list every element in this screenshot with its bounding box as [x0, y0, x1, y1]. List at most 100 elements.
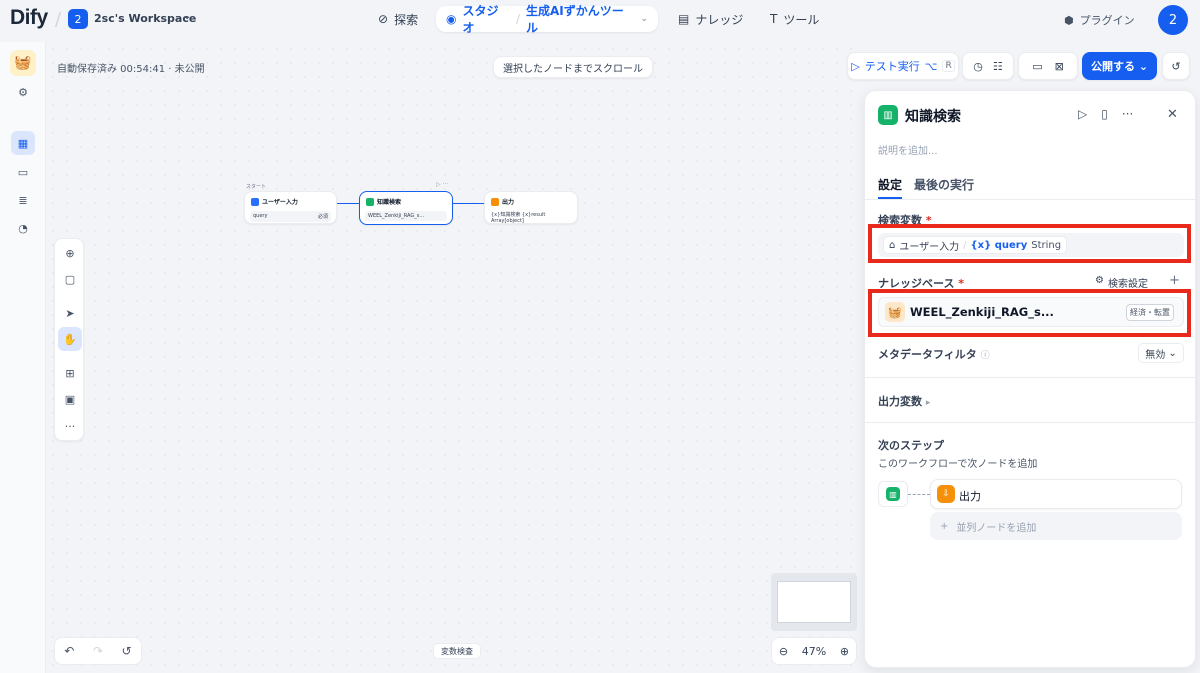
node-var: query: [253, 213, 268, 219]
highlight-box-knowledge: [868, 289, 1191, 337]
add-parallel-label: 並列ノードを追加: [956, 522, 1037, 534]
checklist-icon[interactable]: ☷: [993, 60, 1003, 73]
app-icon[interactable]: 🧺: [10, 50, 36, 76]
home-icon: [251, 197, 259, 206]
node-title: 知識検索: [377, 199, 402, 206]
close-icon[interactable]: ✕: [1167, 107, 1178, 122]
metadata-filter-label: メタデータフィルタ ⓘ: [878, 346, 990, 362]
next-node-label: 出力: [959, 490, 981, 503]
more-icon[interactable]: ···: [58, 414, 82, 438]
add-parallel-node-button[interactable]: + 並列ノードを追加: [930, 512, 1182, 540]
nav-studio[interactable]: ◉ スタジオ / 生成AIずかんツール ⌄: [436, 4, 658, 35]
divider: [865, 377, 1195, 378]
play-icon[interactable]: ▷: [1078, 107, 1087, 121]
publish-label: 公開する: [1090, 60, 1135, 73]
avatar[interactable]: 2: [1158, 5, 1188, 35]
nav-explore[interactable]: ⊘ 探索: [368, 6, 428, 32]
book-icon: ▥: [886, 487, 900, 501]
variable-inspect-button[interactable]: 変数検査: [433, 643, 481, 659]
nav-tools-label: ツール: [783, 12, 820, 27]
retrieval-settings-button[interactable]: ⚙ 検索設定: [1095, 275, 1148, 290]
scroll-to-node-button[interactable]: 選択したノードまでスクロール: [493, 56, 653, 78]
start-tag: スタート: [246, 184, 267, 190]
description-input[interactable]: 説明を追加...: [878, 142, 938, 157]
node-controls[interactable]: ▷ ···: [436, 181, 448, 188]
chevron-down-icon[interactable]: ⌄: [640, 14, 648, 24]
layout-icon[interactable]: ⊞: [58, 361, 82, 385]
book-icon: ▤: [678, 12, 690, 26]
book-icon: ▥: [878, 105, 898, 125]
add-knowledge-icon[interactable]: +: [1169, 273, 1180, 288]
node-kb: WEEL_Zenkiji_RAG_s...: [368, 213, 425, 219]
test-run-button[interactable]: ▷ テスト実行 ⌥ R: [847, 52, 959, 80]
image-icon[interactable]: ▣: [58, 387, 82, 411]
help-icon[interactable]: ⓘ: [981, 351, 990, 361]
plugin-button[interactable]: ⬢ プラグイン: [1064, 12, 1135, 28]
zoom-in-icon[interactable]: ⊕: [840, 645, 849, 658]
cube-icon: ⬢: [1064, 13, 1074, 27]
required-badge: 必須: [317, 214, 328, 220]
undo-icon[interactable]: ↶: [64, 644, 74, 658]
checklist-clock-icon[interactable]: ◷: [973, 60, 983, 73]
edge: [453, 203, 484, 204]
terminal-icon[interactable]: ▭: [11, 160, 35, 184]
node-user-input[interactable]: ユーザー入力 query 必須: [244, 191, 337, 224]
hand-icon[interactable]: ✋: [58, 327, 82, 351]
env-group: ▭ ⊠: [1018, 52, 1078, 80]
output-icon: ⇩: [937, 485, 955, 503]
autosave-status: 自動保存済み 00:54:41 · 未公開: [57, 64, 205, 75]
workspace-badge[interactable]: 2: [68, 9, 88, 29]
connector-line: [908, 494, 930, 495]
panel-title[interactable]: 知識検索: [905, 106, 961, 126]
retrieval-settings-label: 検索設定: [1107, 279, 1148, 290]
settings-sliders-icon[interactable]: ⚙: [11, 80, 35, 104]
nav-knowledge-label: ナレッジ: [695, 12, 744, 27]
plus-icon: +: [940, 520, 949, 532]
chevron-down-icon: ⌄: [1138, 59, 1149, 73]
variable-icon[interactable]: ⊠: [1055, 60, 1064, 73]
workflow-icon[interactable]: ▦: [11, 131, 35, 155]
next-step-label: 次のステップ: [878, 439, 944, 452]
tab-divider: [865, 199, 1195, 200]
highlight-box-query: [868, 224, 1191, 263]
metadata-value: 無効: [1145, 349, 1166, 361]
tab-settings[interactable]: 設定: [878, 176, 902, 193]
workspace-name[interactable]: 2sc's Workspace: [94, 12, 196, 25]
redo-icon[interactable]: ↷: [93, 644, 103, 658]
logs-icon[interactable]: ≣: [11, 188, 35, 212]
book-open-icon[interactable]: ▯: [1101, 107, 1108, 121]
workflow-canvas[interactable]: [46, 42, 864, 673]
nav-explore-label: 探索: [394, 12, 419, 27]
caret-right-icon: ▸: [925, 398, 931, 408]
node-title: ユーザー入力: [262, 199, 298, 206]
zoom-level[interactable]: 47%: [802, 645, 826, 658]
monitor-icon[interactable]: ◔: [11, 216, 35, 240]
nav-tools[interactable]: T ツール: [760, 6, 829, 32]
metadata-filter-select[interactable]: 無効 ⌄: [1138, 343, 1184, 363]
undo-redo-bar: ↶ ↷ ↺: [54, 637, 142, 665]
app-name[interactable]: 生成AIずかんツール: [526, 2, 634, 36]
add-node-icon[interactable]: ⊕: [58, 241, 82, 265]
chevron-down-icon[interactable]: ⌄: [183, 11, 191, 22]
tab-last-run[interactable]: 最後の実行: [914, 176, 974, 193]
nav-knowledge[interactable]: ▤ ナレッジ: [668, 6, 753, 32]
env-icon[interactable]: ▭: [1032, 60, 1042, 73]
robot-icon: ◉: [446, 12, 457, 26]
node-knowledge-retrieval[interactable]: 知識検索 WEEL_Zenkiji_RAG_s...: [359, 191, 453, 225]
test-run-label: テスト実行: [864, 60, 920, 73]
dify-logo[interactable]: Dify: [10, 6, 48, 30]
history-icon[interactable]: ↺: [122, 644, 132, 658]
book-icon: [366, 197, 374, 206]
logo-text: Dify: [10, 6, 48, 29]
zoom-out-icon[interactable]: ⊖: [779, 645, 788, 658]
node-output-value: {x}知識検索 {x}result Array[object]: [491, 212, 546, 224]
publish-button[interactable]: 公開する ⌄: [1082, 52, 1157, 80]
history-icon[interactable]: ↺: [1162, 52, 1190, 80]
checklist-group: ◷ ☷: [962, 52, 1014, 80]
node-output[interactable]: 出力 {x}知識検索 {x}result Array[object]: [484, 191, 578, 224]
edge: [337, 203, 359, 204]
pointer-icon[interactable]: ➤: [58, 301, 82, 325]
more-icon[interactable]: ···: [1122, 107, 1133, 121]
output-variables-label[interactable]: 出力変数 ▸: [878, 393, 930, 409]
note-icon[interactable]: ▢: [58, 267, 82, 291]
